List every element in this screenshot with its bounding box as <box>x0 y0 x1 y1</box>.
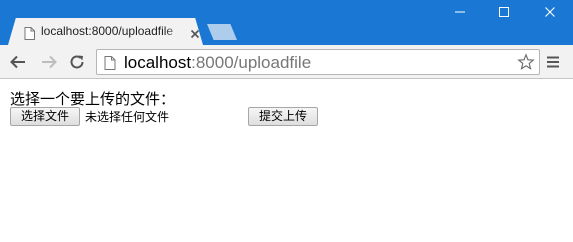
window-close-button[interactable] <box>527 0 573 24</box>
submit-upload-button[interactable]: 提交上传 <box>248 107 318 126</box>
tab-title: localhost:8000/uploadfile <box>41 24 174 38</box>
star-icon[interactable] <box>517 53 535 71</box>
page-icon <box>104 55 116 70</box>
url-text: localhost:8000/uploadfile <box>124 53 311 73</box>
address-bar[interactable]: localhost:8000/uploadfile <box>96 49 540 75</box>
maximize-button[interactable] <box>481 0 527 24</box>
close-icon <box>544 3 556 22</box>
close-icon[interactable] <box>189 25 201 39</box>
reload-icon[interactable] <box>68 53 86 71</box>
menu-icon[interactable] <box>545 54 561 70</box>
maximize-icon <box>498 3 510 22</box>
forward-arrow-icon[interactable] <box>40 53 58 71</box>
browser-tab[interactable]: localhost:8000/uploadfile <box>8 18 203 45</box>
page-favicon-icon <box>24 25 35 40</box>
upload-prompt: 选择一个要上传的文件： <box>10 90 176 108</box>
url-path: :8000/uploadfile <box>191 53 312 72</box>
minimize-button[interactable] <box>437 0 483 24</box>
page-content: 选择一个要上传的文件： 选择文件 未选择任何文件 提交上传 <box>0 80 573 242</box>
browser-toolbar: localhost:8000/uploadfile <box>0 45 573 79</box>
browser-titlebar: localhost:8000/uploadfile <box>0 0 573 45</box>
url-host: localhost <box>124 53 192 72</box>
file-status-text: 未选择任何文件 <box>85 110 170 124</box>
back-arrow-icon[interactable] <box>9 53 27 71</box>
choose-file-button[interactable]: 选择文件 <box>10 107 80 126</box>
minimize-icon <box>454 3 466 22</box>
new-tab-button[interactable] <box>207 24 237 40</box>
